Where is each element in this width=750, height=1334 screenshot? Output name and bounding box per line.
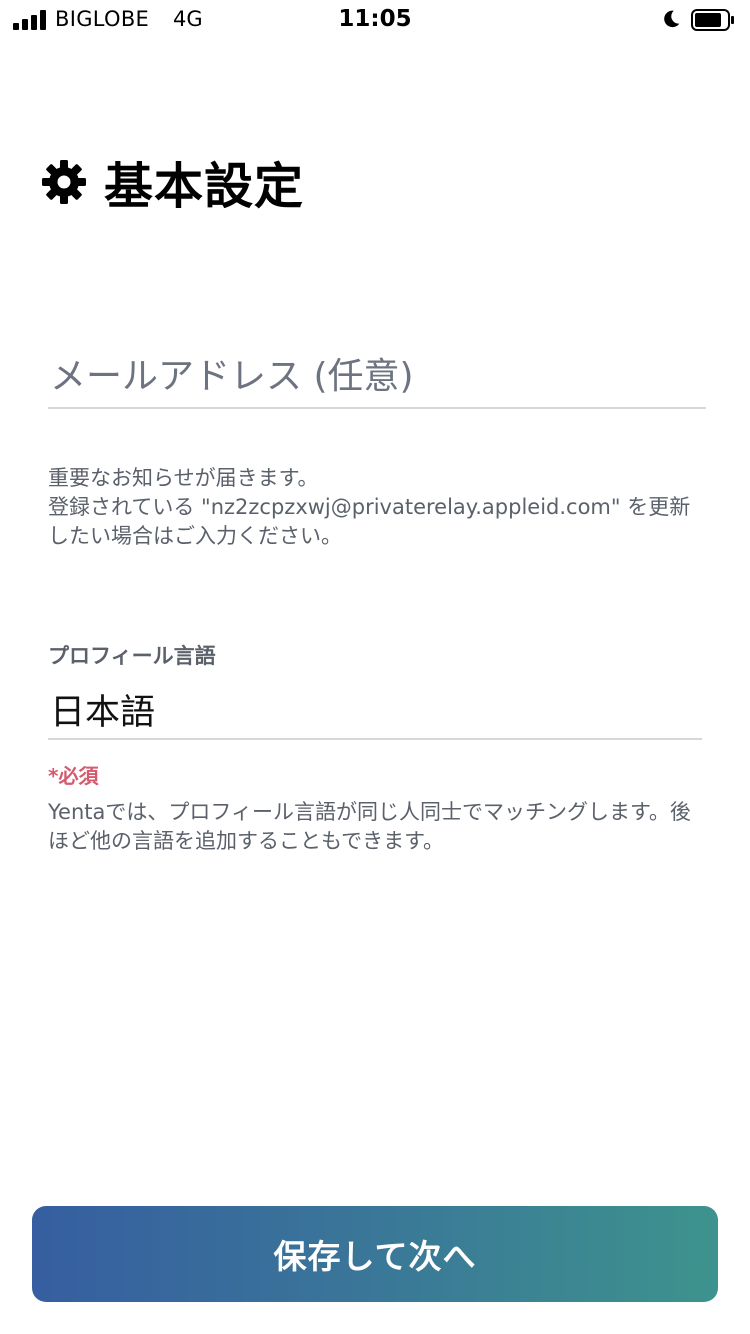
- email-help-line-1: 重要なお知らせが届きます。: [48, 466, 319, 490]
- required-indicator: *必須: [48, 764, 99, 788]
- page-title: 基本設定: [104, 157, 305, 215]
- page-header: 基本設定: [40, 150, 304, 215]
- email-help-text: 重要なお知らせが届きます。 登録されている "nz2zcpzxwj@privat…: [48, 464, 708, 551]
- profile-language-label: プロフィール言語: [48, 644, 216, 668]
- battery-icon: [691, 9, 734, 31]
- email-input[interactable]: [48, 345, 706, 409]
- language-help-text: Yentaでは、プロフィール言語が同じ人同士でマッチングします。後ほど他の言語を…: [48, 800, 691, 853]
- do-not-disturb-moon-icon: [664, 10, 680, 28]
- status-time: 11:05: [338, 6, 412, 32]
- email-help-line-2: 登録されている "nz2zcpzxwj@privaterelay.appleid…: [48, 495, 691, 548]
- save-and-next-button[interactable]: 保存して次へ: [32, 1206, 718, 1302]
- profile-language-select[interactable]: 日本語: [48, 684, 702, 740]
- gear-icon: [42, 160, 86, 204]
- status-bar: BIGLOBE 4G 11:05: [0, 0, 750, 40]
- settings-screen: BIGLOBE 4G 11:05 基本設定 メールアドレス (任意) 重要なお知…: [0, 0, 750, 1334]
